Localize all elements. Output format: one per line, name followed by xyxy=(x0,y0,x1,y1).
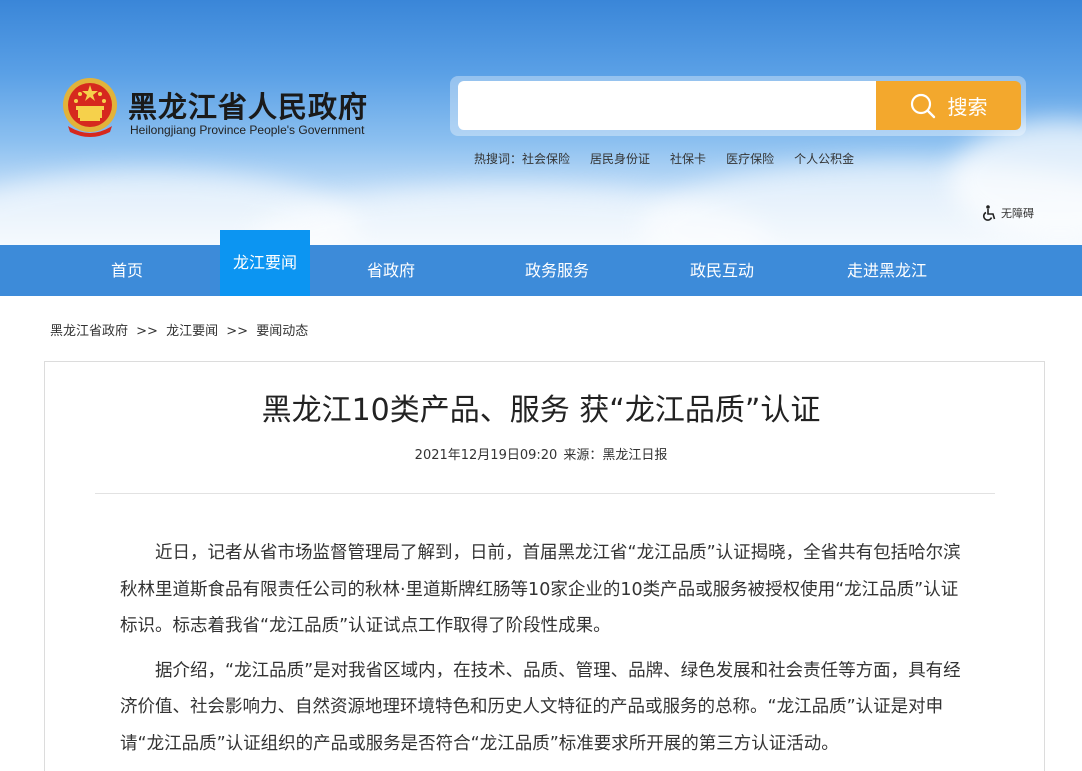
title-divider xyxy=(95,493,995,494)
article-paragraph: 据介绍，“龙江品质”是对我省区域内，在技术、品质、管理、品牌、绿色发展和社会责任… xyxy=(120,660,961,754)
article-paragraph: 近日，记者从省市场监督管理局了解到，日前，首届黑龙江省“龙江品质”认证揭晓，全省… xyxy=(120,543,961,636)
hot-label: 热搜词： xyxy=(474,152,523,166)
breadcrumb-item[interactable]: 黑龙江省政府 xyxy=(50,324,128,339)
nav-about-heilongjiang[interactable]: 走进黑龙江 xyxy=(832,245,942,296)
breadcrumb-separator: >> xyxy=(226,324,249,339)
breadcrumb-separator: >> xyxy=(136,324,158,339)
breadcrumb-item[interactable]: 龙江要闻 xyxy=(166,324,218,339)
wheelchair-icon xyxy=(982,205,996,221)
main-nav: 首页 龙江要闻 省政府 政务服务 政民互动 走进黑龙江 xyxy=(0,230,1082,296)
search-button[interactable]: 搜索 xyxy=(876,81,1021,130)
search-button-label: 搜索 xyxy=(947,95,988,119)
article-meta: 2021年12月19日09:20 来源：黑龙江日报 xyxy=(0,444,1082,463)
nav-provincial-gov[interactable]: 省政府 xyxy=(342,245,440,296)
hot-word-link[interactable]: 社会保险 xyxy=(522,152,570,166)
national-emblem-icon xyxy=(63,78,117,137)
hot-word-link[interactable]: 医疗保险 xyxy=(726,152,774,166)
article-date: 2021年12月19日09:20 xyxy=(414,448,558,463)
article-title: 黑龙江10类产品、服务 获“龙江品质”认证 xyxy=(261,393,821,428)
accessibility-link[interactable]: 无障碍 xyxy=(982,205,1034,221)
hot-word-link[interactable]: 社保卡 xyxy=(670,152,706,166)
breadcrumb-item[interactable]: 要闻动态 xyxy=(256,324,308,339)
site-title[interactable]: 黑龙江省人民政府 xyxy=(128,84,368,126)
search-input[interactable] xyxy=(458,81,878,130)
nav-gov-services[interactable]: 政务服务 xyxy=(500,245,614,296)
nav-longjiang-news[interactable]: 龙江要闻 xyxy=(220,230,310,296)
nav-interaction[interactable]: 政民互动 xyxy=(664,245,780,296)
site-subtitle: Heilongjiang Province People's Governmen… xyxy=(130,123,365,137)
hot-word-link[interactable]: 居民身份证 xyxy=(590,152,650,166)
accessibility-label: 无障碍 xyxy=(1001,207,1034,220)
article-body: 近日，记者从省市场监督管理局了解到，日前，首届黑龙江省“龙江品质”认证揭晓，全省… xyxy=(120,535,968,770)
header-banner: 黑龙江省人民政府 Heilongjiang Province People's … xyxy=(0,0,1082,245)
nav-home[interactable]: 首页 xyxy=(78,245,176,296)
hot-word-link[interactable]: 个人公积金 xyxy=(794,152,854,166)
search-icon xyxy=(910,93,935,118)
hot-search-words: 热搜词：社会保险 居民身份证 社保卡 医疗保险 个人公积金 xyxy=(474,150,874,167)
article-source: 来源：黑龙江日报 xyxy=(563,448,668,463)
breadcrumb: 黑龙江省政府 >> 龙江要闻 >> 要闻动态 xyxy=(50,320,312,339)
